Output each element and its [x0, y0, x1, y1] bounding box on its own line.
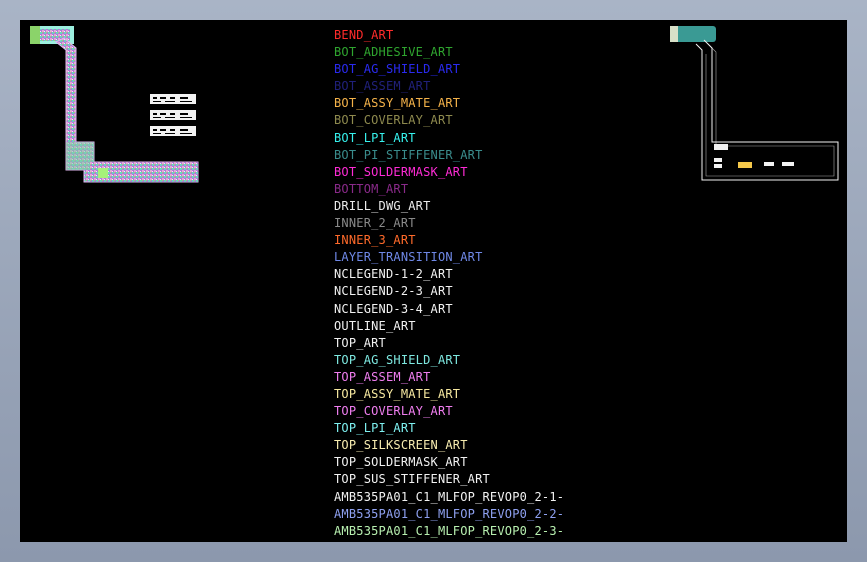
layer-item[interactable]: AMB535PA01_C1_MLFOP_REVOP0_2-2-	[334, 506, 564, 523]
right-board-inner-outline	[705, 43, 835, 177]
layer-item[interactable]: TOP_ASSEM_ART	[334, 369, 564, 386]
layer-legend: BEND_ART BOT_ADHESIVE_ART BOT_AG_SHIELD_AR…	[334, 27, 564, 540]
layer-item[interactable]: BOT_SOLDERMASK_ART	[334, 164, 564, 181]
layer-item[interactable]: TOP_SUS_STIFFENER_ART	[334, 471, 564, 488]
layer-item[interactable]: BOTTOM_ART	[334, 181, 564, 198]
layer-item[interactable]: TOP_ASSY_MATE_ART	[334, 386, 564, 403]
layer-item[interactable]: NCLEGEND-3-4_ART	[334, 301, 564, 318]
layer-item[interactable]: BOT_LPI_ART	[334, 130, 564, 147]
layer-item[interactable]: BOT_COVERLAY_ART	[334, 112, 564, 129]
drawing-window: BEND_ART BOT_ADHESIVE_ART BOT_AG_SHIELD_AR…	[0, 0, 867, 562]
right-component-pads	[714, 144, 794, 168]
layer-item[interactable]: OUTLINE_ART	[334, 318, 564, 335]
layer-item[interactable]: BOT_AG_SHIELD_ART	[334, 61, 564, 78]
drawing-canvas[interactable]: BEND_ART BOT_ADHESIVE_ART BOT_AG_SHIELD_AR…	[20, 20, 847, 542]
layer-item[interactable]: BOT_ASSY_MATE_ART	[334, 95, 564, 112]
layer-item[interactable]: TOP_LPI_ART	[334, 420, 564, 437]
layer-item[interactable]: TOP_AG_SHIELD_ART	[334, 352, 564, 369]
layer-item[interactable]: BOT_ASSEM_ART	[334, 78, 564, 95]
layer-item[interactable]: LAYER_TRANSITION_ART	[334, 249, 564, 266]
layer-item[interactable]: TOP_SOLDERMASK_ART	[334, 454, 564, 471]
layer-item[interactable]: AMB535PA01_C1_MLFOP_REVOP0_2-3-	[334, 523, 564, 540]
layer-item[interactable]: AMB535PA01_C1_MLFOP_REVOP0_2-1-	[334, 489, 564, 506]
layer-item[interactable]: BEND_ART	[334, 27, 564, 44]
right-yellow-component	[738, 162, 752, 168]
layer-item[interactable]: NCLEGEND-1-2_ART	[334, 266, 564, 283]
right-connector-end	[670, 26, 678, 42]
layer-item[interactable]: TOP_SILKSCREEN_ART	[334, 437, 564, 454]
layer-item[interactable]: BOT_ADHESIVE_ART	[334, 44, 564, 61]
layer-item[interactable]: TOP_ART	[334, 335, 564, 352]
layer-item[interactable]: NCLEGEND-2-3_ART	[334, 283, 564, 300]
layer-item[interactable]: INNER_3_ART	[334, 232, 564, 249]
layer-item[interactable]: BOT_PI_STIFFENER_ART	[334, 147, 564, 164]
layer-item[interactable]: INNER_2_ART	[334, 215, 564, 232]
layer-item[interactable]: DRILL_DWG_ART	[334, 198, 564, 215]
layer-item[interactable]: TOP_COVERLAY_ART	[334, 403, 564, 420]
